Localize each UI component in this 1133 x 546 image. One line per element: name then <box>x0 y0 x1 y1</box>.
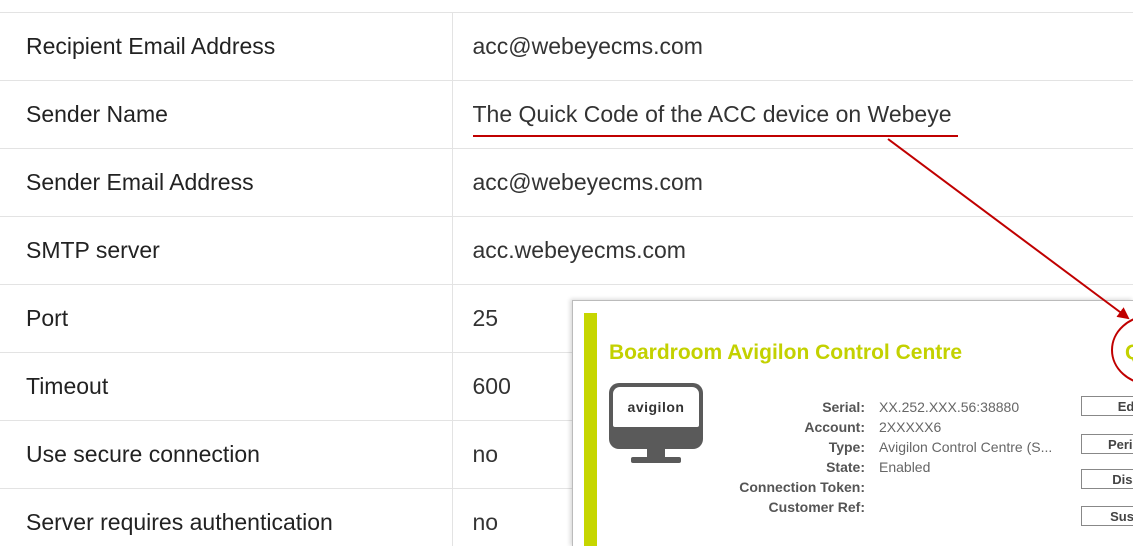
setting-value: acc@webeyecms.com <box>452 12 1133 81</box>
setting-label: Port <box>0 284 453 353</box>
serial-value: XX.252.XXX.56:38880 <box>879 399 1020 415</box>
customer-ref-label: Customer Ref: <box>768 499 865 515</box>
table-row: Sender Email Address acc@webeyecms.com <box>0 148 1133 217</box>
setting-label: Use secure connection <box>0 420 453 489</box>
edit-button[interactable]: Ed <box>1081 396 1133 416</box>
monitor-frame: avigilon <box>609 383 703 449</box>
state-label: State: <box>826 459 865 475</box>
setting-label: Timeout <box>0 352 453 421</box>
avigilon-logo: avigilon <box>613 387 699 427</box>
device-card: Boardroom Avigilon Control Centre Q avig… <box>572 300 1133 546</box>
connection-token-label: Connection Token: <box>739 479 865 495</box>
setting-label: Sender Email Address <box>0 148 453 217</box>
sender-name-value: The Quick Code of the ACC device on Webe… <box>472 101 958 137</box>
account-value: 2XXXXX6 <box>879 419 942 435</box>
type-label: Type: <box>828 439 865 455</box>
table-row: Recipient Email Address acc@webeyecms.co… <box>0 12 1133 81</box>
monitor-base <box>631 457 681 463</box>
device-monitor-icon: avigilon <box>609 383 705 481</box>
setting-label: SMTP server <box>0 216 453 285</box>
account-label: Account: <box>804 419 865 435</box>
disable-button[interactable]: Disa <box>1081 469 1133 489</box>
table-row: Sender Name The Quick Code of the ACC de… <box>0 80 1133 149</box>
type-value: Avigilon Control Centre (S... <box>879 439 1053 455</box>
setting-label: Server requires authentication <box>0 488 453 546</box>
state-value: Enabled <box>879 459 931 475</box>
setting-value: acc@webeyecms.com <box>452 148 1133 217</box>
device-title: Boardroom Avigilon Control Centre <box>609 341 963 364</box>
setting-label: Sender Name <box>0 80 453 149</box>
table-row: SMTP server acc.webeyecms.com <box>0 216 1133 285</box>
setting-value: acc.webeyecms.com <box>452 216 1133 285</box>
quick-code-label: Q <box>1125 341 1133 365</box>
status-accent-bar <box>584 313 597 546</box>
serial-label: Serial: <box>822 399 865 415</box>
suspend-button[interactable]: Susp <box>1081 506 1133 526</box>
peripherals-button[interactable]: Peripl <box>1081 434 1133 454</box>
setting-label: Recipient Email Address <box>0 12 453 81</box>
setting-value: The Quick Code of the ACC device on Webe… <box>452 80 1133 149</box>
